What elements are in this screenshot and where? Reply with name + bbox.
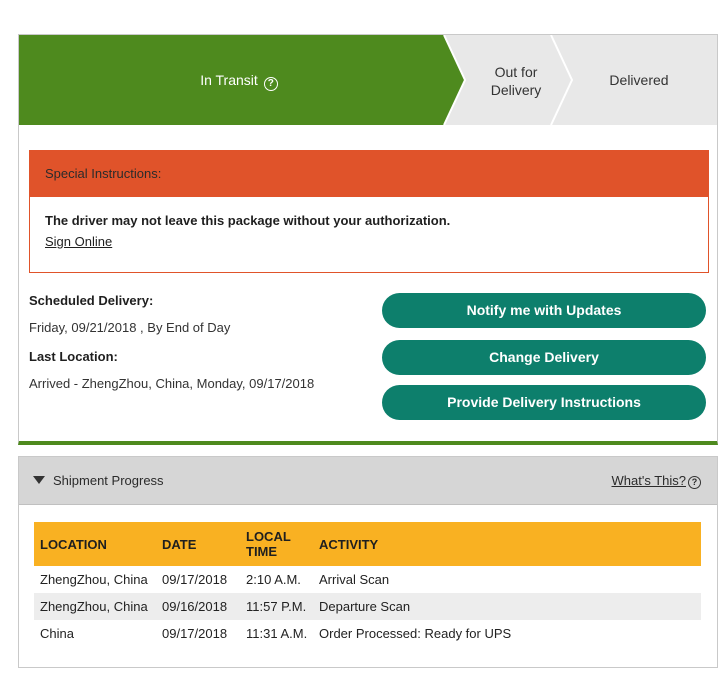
help-circle-icon[interactable]: ? (263, 77, 278, 91)
table-row: ZhengZhou, China 09/16/2018 11:57 P.M. D… (34, 593, 701, 620)
step-out-for-delivery: Out for Delivery (464, 63, 568, 99)
last-location-value: Arrived - ZhengZhou, China, Monday, 09/1… (29, 376, 315, 391)
cell-date: 09/17/2018 (162, 626, 228, 641)
shipment-progress-toggle[interactable]: Shipment Progress (33, 457, 164, 505)
shipment-progress-table: LOCATION DATE LOCAL TIME ACTIVITY ZhengZh… (34, 522, 701, 647)
cell-time: 2:10 A.M. (246, 572, 301, 587)
last-location-label: Last Location: (29, 349, 118, 364)
whats-this-link[interactable]: What's This? (612, 473, 687, 488)
step-delivered: Delivered (609, 72, 669, 88)
table-header-row: LOCATION DATE LOCAL TIME ACTIVITY (34, 522, 701, 566)
cell-time: 11:31 A.M. (246, 626, 308, 641)
delivery-info: Scheduled Delivery: Friday, 09/21/2018 ,… (29, 293, 369, 391)
change-delivery-button[interactable]: Change Delivery (382, 340, 706, 375)
shipment-progress-header: Shipment Progress What's This?? (19, 457, 717, 505)
cell-location: China (40, 626, 74, 641)
special-instructions-message: The driver may not leave this package wi… (45, 213, 451, 228)
scheduled-delivery-value: Friday, 09/21/2018 , By End of Day (29, 320, 231, 335)
delivery-instructions-button[interactable]: Provide Delivery Instructions (382, 385, 706, 420)
cell-time: 11:57 P.M. (246, 599, 307, 614)
cell-date: 09/17/2018 (162, 572, 228, 587)
step-out-line2: Delivery (490, 82, 542, 98)
shipment-progress-label: Shipment Progress (53, 473, 164, 488)
col-activity: ACTIVITY (319, 536, 379, 552)
cell-activity: Order Processed: Ready for UPS (319, 626, 512, 641)
col-location: LOCATION (40, 536, 107, 552)
step-in-transit: In Transit? (19, 71, 459, 91)
col-date: DATE (162, 536, 197, 552)
step-in-transit-label: In Transit (200, 72, 258, 88)
shipment-progress-panel: Shipment Progress What's This?? LOCATION… (18, 456, 718, 668)
special-instructions-heading: Special Instructions: (30, 151, 708, 197)
cell-activity: Departure Scan (319, 599, 411, 614)
col-local-time-line1: LOCAL (246, 529, 291, 544)
table-row: China 09/17/2018 11:31 A.M. Order Proces… (34, 620, 701, 647)
col-local-time-line2: TIME (246, 544, 278, 559)
special-instructions-box: Special Instructions: The driver may not… (29, 150, 709, 273)
notify-updates-button[interactable]: Notify me with Updates (382, 293, 706, 328)
sign-online-link[interactable]: Sign Online (45, 234, 112, 249)
cell-date: 09/16/2018 (162, 599, 228, 614)
whats-this-help[interactable]: What's This?? (612, 457, 701, 505)
tracking-card: In Transit? Out for Delivery Delivered S… (18, 34, 718, 445)
table-row: ZhengZhou, China 09/17/2018 2:10 A.M. Ar… (34, 566, 701, 593)
cell-location: ZhengZhou, China (40, 599, 148, 614)
cell-activity: Arrival Scan (319, 572, 390, 587)
col-local-time: LOCAL TIME (240, 522, 313, 566)
caret-down-icon (33, 476, 45, 484)
cell-location: ZhengZhou, China (40, 572, 148, 587)
progress-tracker: In Transit? Out for Delivery Delivered (19, 35, 717, 125)
step-out-line1: Out for (494, 64, 538, 80)
help-circle-icon: ? (688, 476, 701, 489)
scheduled-delivery-label: Scheduled Delivery: (29, 293, 154, 308)
